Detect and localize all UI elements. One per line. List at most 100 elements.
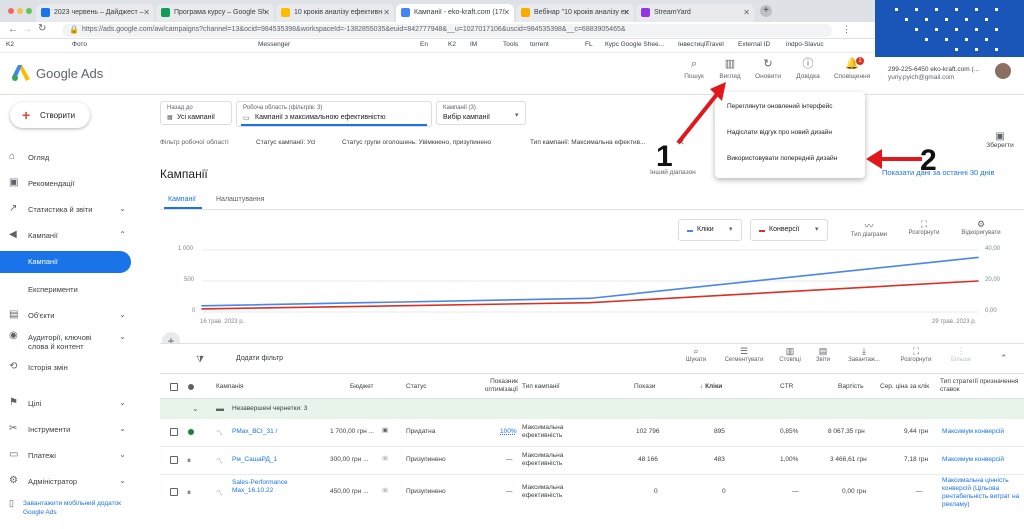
forward-icon[interactable]: → [22, 24, 32, 35]
row-checkbox[interactable] [170, 428, 178, 436]
bid-strategy-link[interactable]: Максимальна цінність конверсій (Цільова … [942, 477, 1022, 509]
table-row[interactable]: 〽 PMax_ВСІ_31 / 1 700,00 грн ... ▣ Прида… [160, 419, 1024, 447]
more-button[interactable]: ⋮ Більше [944, 346, 978, 363]
back-to-selector[interactable]: Назад до ▦ Усі кампанії [160, 101, 232, 125]
window-close-icon[interactable] [8, 8, 14, 14]
browser-tab[interactable]: 10 кроків аналізу ефективн ✕ [276, 4, 394, 22]
col-type[interactable]: Тип кампанії [522, 383, 560, 390]
sidebar-item-change-history[interactable]: ⟲ Історія змін [0, 357, 140, 377]
chart-type-button[interactable]: 〰 Тип діаграми [848, 219, 890, 238]
campaign-name-link[interactable]: Sales-Performance Max_16.10.22 [232, 479, 290, 495]
close-icon[interactable]: ✕ [143, 8, 150, 17]
col-avg-cpc[interactable]: Сер. ціна за клік [880, 383, 929, 390]
campaign-name-link[interactable]: PMax_ВСІ_31 / [232, 428, 277, 435]
bid-strategy-link[interactable]: Максимум конверсій [942, 428, 1004, 435]
download-button[interactable]: ⤓ Завантаж... [842, 346, 886, 363]
metric-selector-clicks[interactable]: Кліки ▾ [678, 219, 742, 241]
reports-button[interactable]: ▤ Звіти [808, 346, 838, 363]
new-tab-icon[interactable]: + [760, 5, 772, 17]
bookmark-item[interactable]: indpo-Slavuc [786, 41, 824, 48]
budget-edit-icon[interactable]: ▣ [382, 426, 388, 434]
bookmark-item[interactable]: torrent [530, 41, 549, 48]
col-campaign[interactable]: Кампанія [216, 383, 244, 390]
bookmark-item[interactable]: IM [470, 41, 477, 48]
collapse-icon[interactable]: ⌃ [1000, 353, 1008, 364]
back-icon[interactable]: ← [8, 24, 18, 35]
workspace-selector[interactable]: Робоча область (фільтрів: 3) ▭ Кампанії … [236, 101, 432, 127]
col-impressions[interactable]: Покази [634, 383, 655, 390]
bookmark-item[interactable]: K2 [448, 41, 456, 48]
col-ctr[interactable]: CTR [780, 383, 793, 390]
sidebar-item-campaigns[interactable]: ◀ Кампанії ⌃ [0, 225, 140, 245]
window-minimize-icon[interactable] [17, 8, 23, 14]
filter-chip[interactable]: Тип кампанії: Максимальна ефектив... [530, 139, 645, 146]
sidebar-item-recommendations[interactable]: ▣ Рекомендації [0, 173, 140, 193]
sidebar-item-campaigns-selected[interactable]: Кампанії [0, 251, 131, 273]
metric-selector-conversions[interactable]: Конверсії ▾ [750, 219, 828, 241]
window-zoom-icon[interactable] [26, 8, 32, 14]
close-icon[interactable]: ✕ [503, 8, 510, 17]
col-budget[interactable]: Бюджет [350, 383, 374, 390]
optimization-score[interactable]: 100% [500, 428, 517, 435]
sidebar-item-billing[interactable]: ▭ Платежі ⌄ [0, 445, 140, 465]
bookmark-item[interactable]: Tools [503, 41, 518, 48]
bookmark-item[interactable]: Travel [706, 41, 724, 48]
url-field[interactable]: 🔒 https://ads.google.com/aw/campaigns?ch… [62, 24, 832, 37]
add-filter-button[interactable]: Додати фільтр [236, 355, 283, 362]
drafts-group-row[interactable]: ⌄ ▬ Незавершені чернетки: 3 [160, 399, 1024, 419]
sidebar-item-goals[interactable]: ⚑ Цілі ⌄ [0, 393, 140, 413]
save-workspace-button[interactable]: ▣ Зберегти [980, 131, 1020, 149]
sidebar-item-experiments[interactable]: Експерименти [0, 279, 140, 299]
col-optimization[interactable]: Показник оптимізації [478, 378, 518, 394]
extensions-icon[interactable]: ⋮ [842, 24, 851, 35]
col-clicks[interactable]: ↓ Кліки [700, 383, 722, 390]
segment-button[interactable]: ☰ Сегментувати [720, 346, 768, 363]
row-checkbox[interactable] [170, 456, 178, 464]
close-icon[interactable]: ✕ [263, 8, 270, 17]
bookmark-item[interactable]: Курс Google Shee... [605, 41, 664, 48]
budget-edit-icon[interactable]: ▣ [382, 486, 388, 494]
close-icon[interactable]: ✕ [623, 8, 630, 17]
col-cost[interactable]: Вартість [838, 383, 863, 390]
table-expand-button[interactable]: ⛶ Розгорнути [894, 346, 938, 363]
bid-strategy-link[interactable]: Максимум конверсій [942, 456, 1004, 463]
reload-icon[interactable]: ↻ [38, 23, 46, 34]
browser-tab[interactable]: StreamYard ✕ [636, 4, 754, 22]
sidebar-item-admin[interactable]: ⚙ Адміністратор ⌄ [0, 471, 140, 491]
filter-chip[interactable]: Статус кампанії: Усі [256, 139, 315, 146]
tab-settings[interactable]: Налаштування [216, 196, 264, 203]
sidebar-item-audiences[interactable]: ◉ Аудиторії, ключові слова й контент ⌄ [0, 327, 140, 355]
bookmark-item[interactable]: Messenger [258, 41, 290, 48]
col-bid-strategy[interactable]: Тип стратегії призначення ставок [940, 378, 1020, 394]
filter-chip[interactable]: Статус групи оголошень: Увімкнено, призу… [342, 139, 491, 146]
table-search-button[interactable]: ⌕ Шукати [676, 346, 716, 363]
chart-expand-button[interactable]: ⛶ Розгорнути [902, 219, 946, 236]
close-icon[interactable]: ✕ [383, 8, 390, 17]
sidebar-item-tools[interactable]: ✂ Інструменти ⌄ [0, 419, 140, 439]
select-all-checkbox[interactable] [170, 383, 178, 391]
close-icon[interactable]: ✕ [743, 8, 750, 17]
sidebar-item-stats[interactable]: ↗ Статистика й звіти ⌄ [0, 199, 140, 219]
table-row[interactable]: ⏸ 〽 Рм_СашаРД_1 300,00 грн ... ▣ Призупи… [160, 447, 1024, 475]
col-status[interactable]: Статус [406, 383, 427, 390]
columns-button[interactable]: ▥ Стовпці [772, 346, 808, 363]
mobile-app-link[interactable]: ▯ Завантажити мобільний додаток Google Ad… [9, 499, 139, 517]
sidebar-item-overview[interactable]: ⌂ Огляд [0, 147, 140, 167]
row-checkbox[interactable] [170, 488, 178, 496]
browser-tab[interactable]: 2023 червень – Дайджест – ✕ [36, 4, 154, 22]
bookmark-item[interactable]: Фото [72, 41, 87, 48]
budget-edit-icon[interactable]: ▣ [382, 454, 388, 462]
browser-tab[interactable]: Вебінар "10 кроків аналізу ек ✕ [516, 4, 634, 22]
table-row[interactable]: ⏸ 〽 Sales-Performance Max_16.10.22 450,0… [160, 475, 1024, 529]
campaign-name-link[interactable]: Рм_СашаРД_1 [232, 456, 277, 463]
browser-tab[interactable]: Програма курсу – Google Sh ✕ [156, 4, 274, 22]
sidebar-item-assets[interactable]: ▤ Об'єкти ⌄ [0, 305, 140, 325]
campaign-selector[interactable]: Кампанії (3) Вибір кампанії ▾ [436, 101, 526, 125]
browser-tab-active[interactable]: Кампанії - eko-kraft.com (17/✕ [396, 4, 514, 22]
create-button[interactable]: + Створити [10, 102, 90, 128]
bookmark-item[interactable]: K2 [6, 41, 14, 48]
bookmark-item[interactable]: En [420, 41, 428, 48]
bookmark-item[interactable]: FL [585, 41, 593, 48]
avatar[interactable] [995, 63, 1011, 79]
bookmark-item[interactable]: External ID [738, 41, 770, 48]
